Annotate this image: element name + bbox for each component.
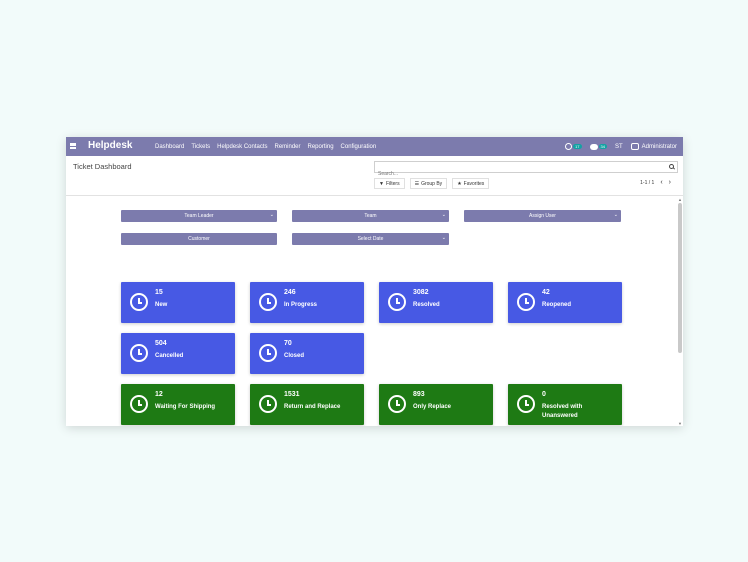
filters-label: Filters: [385, 180, 400, 187]
user-menu[interactable]: Administrator: [630, 143, 677, 150]
filters-button[interactable]: ▼ Filters: [374, 178, 405, 189]
card-label: Reopened: [542, 302, 572, 308]
assign-user-label: Assign User: [529, 213, 556, 219]
search-icon[interactable]: [669, 164, 674, 169]
select-date-select[interactable]: Select Date ⌄: [292, 233, 449, 245]
team-select[interactable]: Team ⌄: [292, 210, 449, 222]
chevron-left-icon[interactable]: ‹: [660, 179, 662, 186]
clock-icon: [259, 293, 277, 311]
team-label: Team: [364, 213, 377, 219]
card-cancelled[interactable]: 504 Cancelled: [121, 333, 235, 374]
main-menu: Dashboard Tickets Helpdesk Contacts Remi…: [155, 137, 376, 156]
user-avatar-icon: [630, 143, 639, 150]
card-in-progress[interactable]: 246 In Progress: [250, 282, 364, 323]
clock-icon: [259, 395, 277, 413]
group-by-label: Group By: [421, 180, 443, 187]
card-label: Cancelled: [155, 353, 184, 359]
clock-icon: [388, 293, 406, 311]
scroll-up-arrow[interactable]: ▲: [678, 197, 682, 202]
scroll-down-arrow[interactable]: ▼: [678, 421, 682, 426]
card-label: Return and Replace: [284, 404, 341, 410]
search-options: ▼ Filters ☰ Group By ★ Favorites: [374, 178, 490, 189]
navbar-systray: 17 34 ST Administrator: [565, 137, 677, 156]
app-window: Helpdesk Dashboard Tickets Helpdesk Cont…: [66, 137, 683, 426]
activity-badge: 17: [573, 144, 582, 149]
card-count: 1531: [284, 391, 300, 398]
team-leader-select[interactable]: Team Leader ⌄: [121, 210, 277, 222]
control-panel: Ticket Dashboard ▼ Filters ☰ Group By ★ …: [66, 156, 683, 196]
chevron-down-icon: ⌄: [269, 212, 274, 218]
chevron-down-icon: ⌄: [441, 235, 446, 241]
company-switcher[interactable]: ST: [615, 144, 623, 150]
clock-icon: [130, 344, 148, 362]
card-reopened[interactable]: 42 Reopened: [508, 282, 622, 323]
card-count: 0: [542, 391, 546, 398]
favorites-label: Favorites: [463, 180, 485, 187]
clock-icon: [130, 395, 148, 413]
user-name: Administrator: [641, 143, 677, 150]
clock-icon: [517, 293, 535, 311]
top-navbar: Helpdesk Dashboard Tickets Helpdesk Cont…: [66, 137, 683, 156]
card-resolved[interactable]: 3082 Resolved: [379, 282, 493, 323]
clock-icon: [130, 293, 148, 311]
pager-value[interactable]: 1-1 / 1: [640, 180, 654, 186]
bars-icon: ☰: [414, 180, 420, 187]
card-label: Waiting For Shipping: [155, 404, 216, 410]
card-label: New: [155, 302, 168, 308]
messages-button[interactable]: 34: [589, 143, 607, 150]
clock-icon: [565, 143, 573, 150]
card-return-and-replace[interactable]: 1531 Return and Replace: [250, 384, 364, 425]
team-leader-label: Team Leader: [184, 213, 214, 219]
card-label: Resolved: [413, 302, 440, 308]
apps-menu-icon[interactable]: [70, 143, 76, 149]
clock-icon: [517, 395, 535, 413]
messages-badge: 34: [598, 144, 607, 149]
select-date-label: Select Date: [357, 236, 384, 242]
filter-icon: ▼: [379, 180, 384, 187]
card-only-replace[interactable]: 893 Only Replace: [379, 384, 493, 425]
card-count: 12: [155, 391, 163, 398]
card-new[interactable]: 15 New: [121, 282, 235, 323]
activity-button[interactable]: 17: [565, 143, 582, 150]
group-by-button[interactable]: ☰ Group By: [409, 178, 448, 189]
card-label: Resolved with Unanswered: [542, 404, 583, 419]
page-title: Ticket Dashboard: [73, 162, 132, 171]
clock-icon: [388, 395, 406, 413]
star-icon: ★: [457, 180, 462, 187]
assign-user-select[interactable]: Assign User ⌄: [464, 210, 621, 222]
card-resolved-with-unanswered[interactable]: 0 Resolved with Unanswered: [508, 384, 622, 425]
menu-reminder[interactable]: Reminder: [275, 144, 301, 150]
dashboard-content: ▲ ▼ Team Leader ⌄ Team ⌄ Assign User ⌄ C…: [66, 197, 683, 426]
card-waiting-for-shipping[interactable]: 12 Waiting For Shipping: [121, 384, 235, 425]
app-brand[interactable]: Helpdesk: [88, 140, 132, 151]
clock-icon: [259, 344, 277, 362]
pager: 1-1 / 1 ‹ ›: [640, 179, 671, 186]
card-count: 42: [542, 289, 550, 296]
card-label: Only Replace: [413, 404, 452, 410]
menu-dashboard[interactable]: Dashboard: [155, 144, 184, 150]
menu-configuration[interactable]: Configuration: [341, 144, 377, 150]
search-box: [374, 161, 678, 179]
card-count: 893: [413, 391, 425, 398]
favorites-button[interactable]: ★ Favorites: [452, 178, 490, 189]
card-closed[interactable]: 70 Closed: [250, 333, 364, 374]
chevron-down-icon: ⌄: [441, 212, 446, 218]
customer-label: Customer: [188, 236, 210, 242]
menu-tickets[interactable]: Tickets: [191, 144, 210, 150]
card-count: 3082: [413, 289, 429, 296]
card-count: 15: [155, 289, 163, 296]
card-label: In Progress: [284, 302, 318, 308]
card-count: 246: [284, 289, 296, 296]
customer-select[interactable]: Customer: [121, 233, 277, 245]
chevron-down-icon: ⌄: [613, 212, 618, 218]
card-count: 70: [284, 340, 292, 347]
menu-reporting[interactable]: Reporting: [308, 144, 334, 150]
chevron-right-icon[interactable]: ›: [669, 179, 671, 186]
card-label: Closed: [284, 353, 305, 359]
card-count: 504: [155, 340, 167, 347]
menu-helpdesk-contacts[interactable]: Helpdesk Contacts: [217, 144, 267, 150]
chat-icon: [589, 143, 598, 150]
scrollbar-thumb[interactable]: [678, 203, 682, 353]
